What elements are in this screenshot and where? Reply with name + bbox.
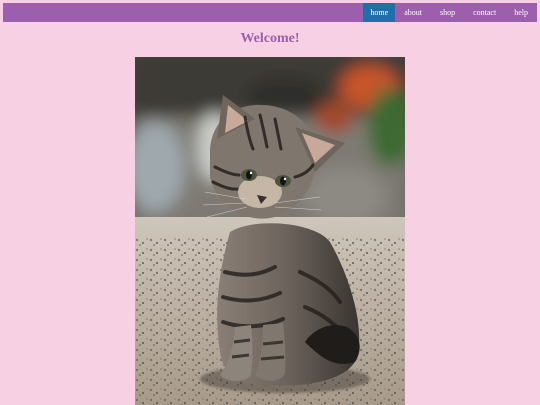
- kitten-photo: [135, 57, 405, 405]
- nav-item-home[interactable]: home: [363, 3, 396, 22]
- page-title: Welcome!: [240, 31, 300, 46]
- top-navbar: home about shop contact help: [3, 3, 537, 22]
- nav-links: home about shop contact help: [363, 3, 537, 22]
- nav-item-contact[interactable]: contact: [464, 3, 505, 22]
- nav-item-about[interactable]: about: [395, 3, 431, 22]
- nav-item-shop[interactable]: shop: [431, 3, 464, 22]
- nav-item-help[interactable]: help: [505, 3, 537, 22]
